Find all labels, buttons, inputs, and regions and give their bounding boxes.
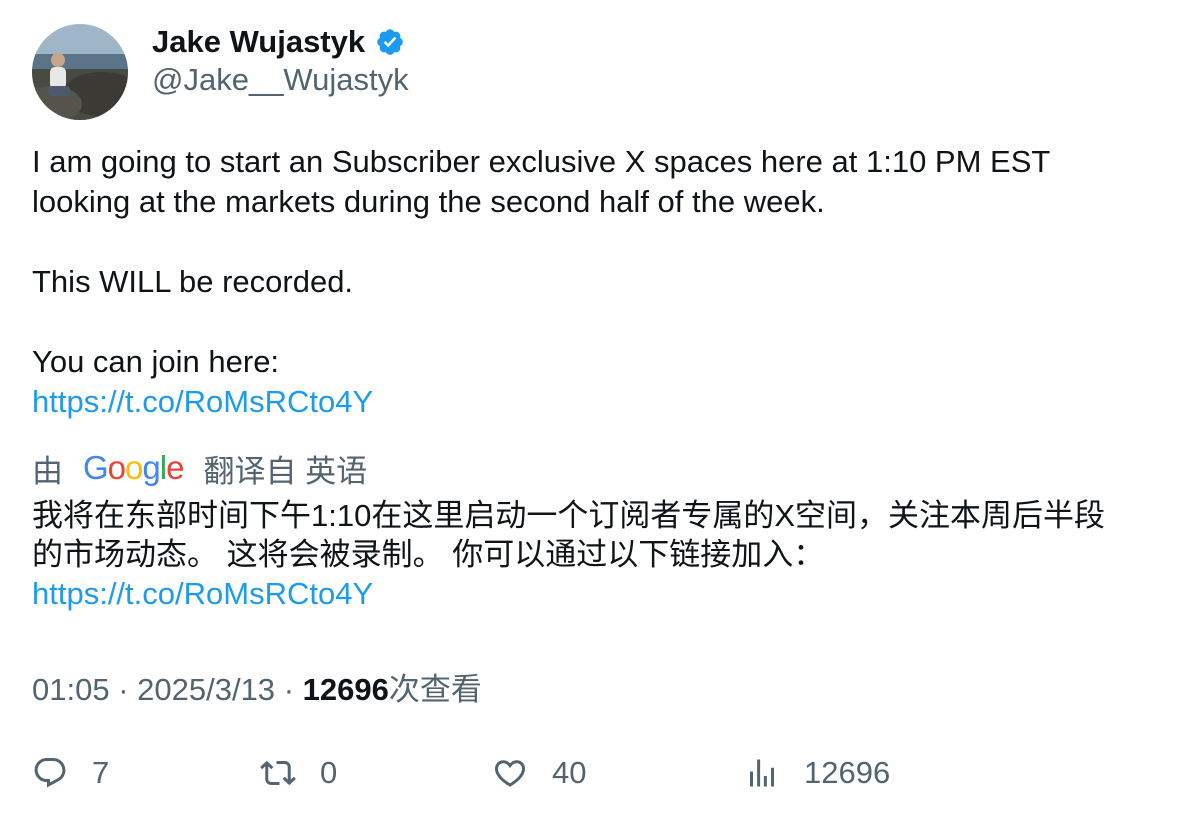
reply-button[interactable]: 7 [32,748,109,798]
repost-count: 0 [320,755,338,790]
avatar[interactable] [32,24,128,120]
tweet-line: I am going to start an Subscriber exclus… [32,144,1051,179]
separator: · [283,672,303,707]
translated-text: 我将在东部时间下午1:10在这里启动一个订阅者专属的X空间，关注本周后半段 的市… [32,496,1162,613]
tweet-line: This WILL be recorded. [32,264,354,299]
tweet-meta: 01:05 · 2025/3/13 · 12696次查看 [32,664,482,709]
tweet-line: looking at the markets during the second… [32,184,825,219]
tweet-date[interactable]: 2025/3/13 [137,672,275,707]
author-name[interactable]: Jake Wujastyk [152,24,365,60]
like-button[interactable]: 40 [492,748,586,798]
translation-prefix: 由 [32,453,63,489]
translated-line: 的市场动态。 这将会被录制。 你可以通过以下链接加入： [32,537,825,572]
translated-link[interactable]: https://t.co/RoMsRCto4Y [32,576,373,611]
analytics-icon [750,759,774,787]
separator: · [118,672,138,707]
author-name-row[interactable]: Jake Wujastyk [152,22,405,62]
tweet-text: I am going to start an Subscriber exclus… [32,142,1152,422]
google-logo-icon: Google [83,449,184,486]
tweet-time[interactable]: 01:05 [32,672,110,707]
translated-line: 我将在东部时间下午1:10在这里启动一个订阅者专属的X空间，关注本周后半段 [32,498,1106,533]
views-button[interactable]: 12696 [744,748,890,798]
reply-count: 7 [92,755,110,790]
heart-icon [494,760,526,787]
view-label: 次查看 [388,672,482,707]
repost-button[interactable]: 0 [260,748,337,798]
views-count: 12696 [804,755,891,790]
repost-icon [260,760,296,786]
like-count: 40 [552,755,587,790]
author-handle[interactable]: @Jake__Wujastyk [152,62,409,98]
action-bar: 7 0 40 12696 [32,748,1172,798]
translation-attribution: 由 Google 翻译自 英语 [32,446,367,490]
verified-badge-icon[interactable] [375,27,405,57]
tweet-link[interactable]: https://t.co/RoMsRCto4Y [32,384,373,419]
tweet-line: You can join here: [32,344,280,379]
view-count: 12696 [302,672,389,707]
translation-suffix: 翻译自 英语 [203,453,368,489]
reply-icon [34,758,66,788]
